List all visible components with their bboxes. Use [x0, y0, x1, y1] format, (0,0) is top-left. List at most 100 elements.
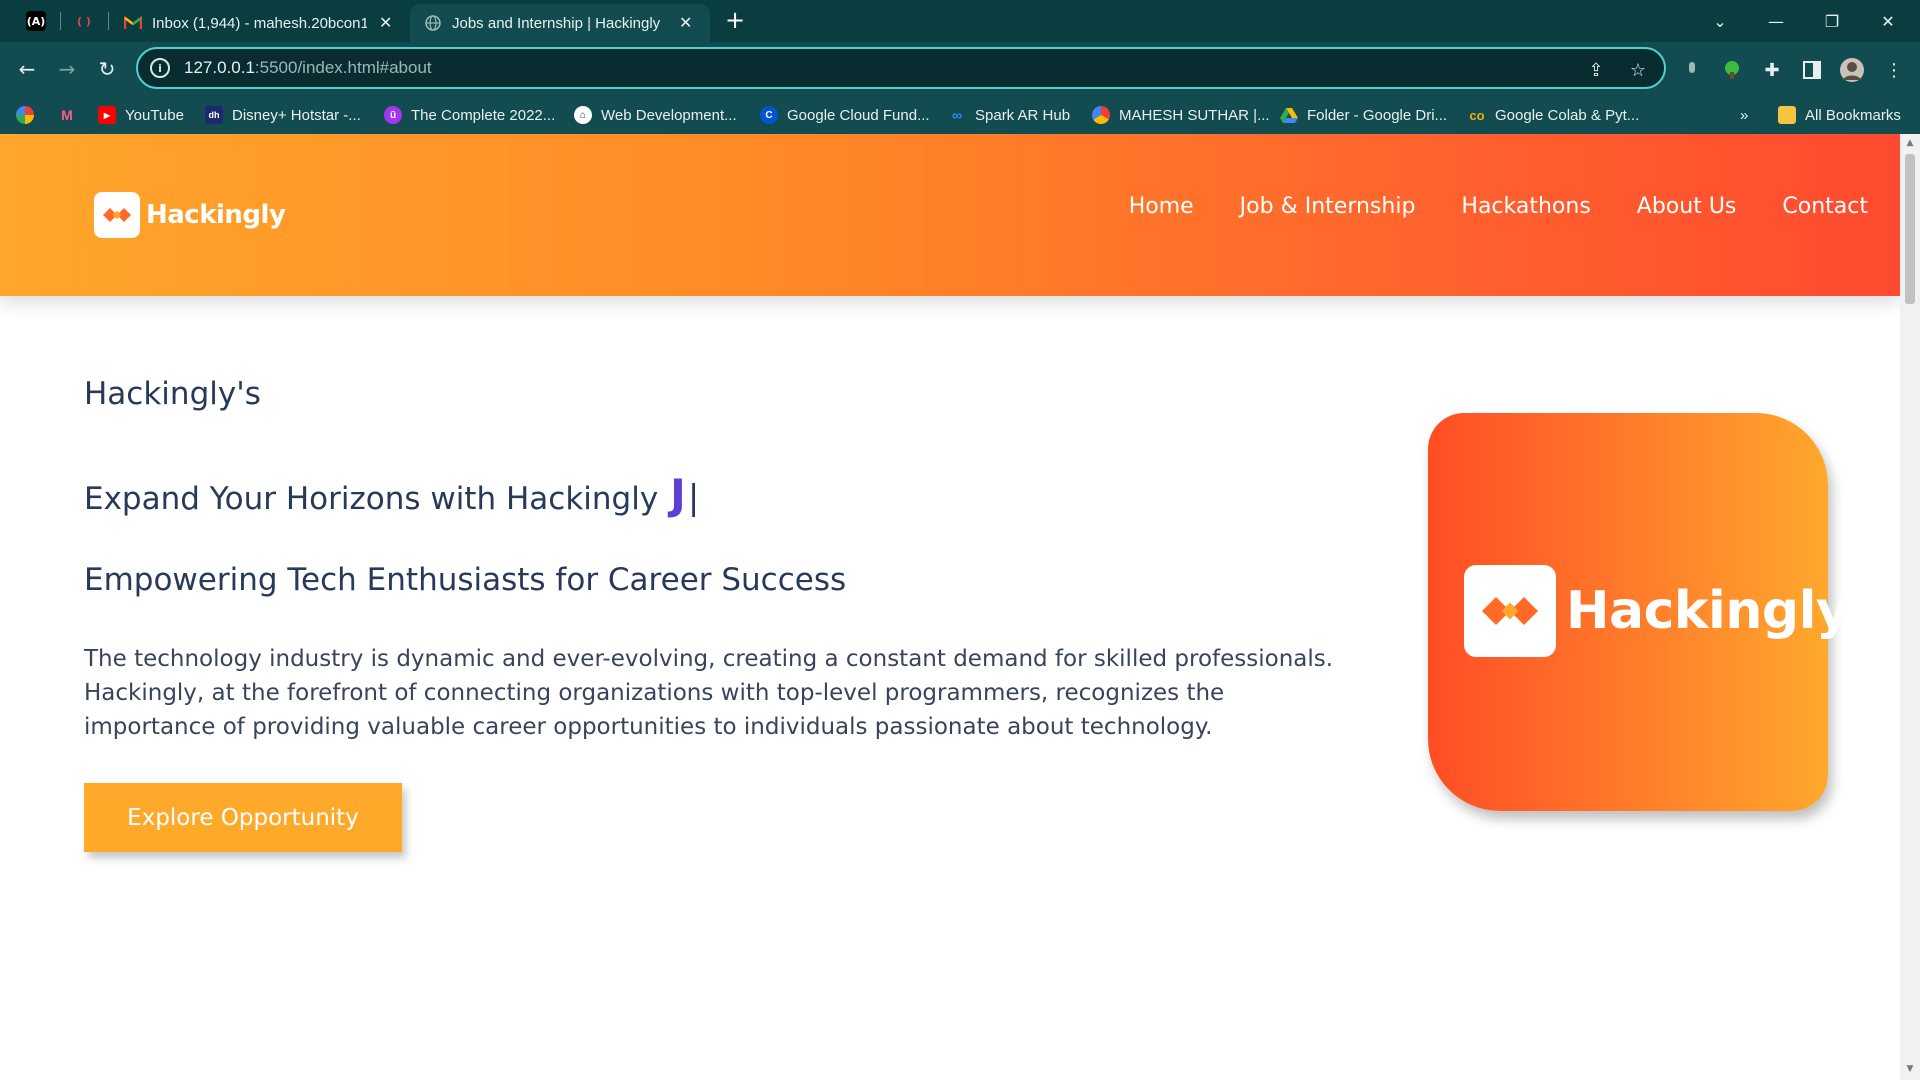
url-path: :5500/index.html#about — [254, 58, 432, 77]
bookmarks-bar: M ▶ YouTube dh Disney+ Hotstar -... ū Th… — [0, 96, 1920, 134]
url-text[interactable]: 127.0.0.1:5500/index.html#about — [184, 58, 432, 78]
reload-button[interactable]: ↻ — [92, 54, 122, 84]
extensions-puzzle-icon[interactable]: ✚ — [1758, 56, 1786, 84]
bookmark-colab[interactable]: co Google Colab & Pyt... — [1468, 103, 1639, 127]
page-scrollbar[interactable]: ▲ ▼ — [1900, 134, 1920, 1080]
back-arrow-icon: ← — [18, 57, 36, 81]
colab-icon: co — [1469, 107, 1485, 123]
share-icon[interactable]: ⇪ — [1584, 58, 1608, 82]
meta-icon: ∞ — [952, 107, 962, 123]
brackets-icon: ( ) — [77, 14, 91, 28]
bookmark-youtube[interactable]: ▶ YouTube — [98, 103, 184, 127]
close-window-button[interactable]: ✕ — [1868, 6, 1908, 36]
bookmark-label: Disney+ Hotstar -... — [232, 106, 361, 124]
minimize-button[interactable]: — — [1756, 6, 1796, 36]
bookmark-hotstar[interactable]: dh Disney+ Hotstar -... — [205, 103, 361, 127]
close-tab-icon[interactable]: ✕ — [679, 13, 692, 33]
nav-job-internship[interactable]: Job & Internship — [1240, 194, 1416, 219]
typed-text: J — [670, 470, 686, 519]
bookmark-item[interactable] — [16, 103, 43, 127]
logo-mark-icon — [94, 192, 140, 238]
extension-mic-icon[interactable] — [1678, 56, 1706, 84]
close-tab-icon[interactable]: ✕ — [379, 13, 392, 33]
tab-separator — [60, 12, 61, 30]
site-header: Hackingly Home Job & Internship Hackatho… — [0, 134, 1900, 296]
forward-button[interactable]: → — [52, 54, 82, 84]
card-logo: Hackingly — [1464, 565, 1850, 657]
bookmark-label: Spark AR Hub — [975, 106, 1071, 124]
typing-cursor: | — [687, 478, 700, 518]
pinwheel-icon — [16, 106, 34, 124]
logo-mark-icon — [1464, 565, 1556, 657]
side-panel-icon[interactable] — [1798, 56, 1826, 84]
drive-icon — [1280, 106, 1298, 124]
tab-hackingly-jobs[interactable]: Jobs and Internship | Hackingly ✕ — [410, 4, 710, 42]
m-icon: M — [61, 107, 73, 123]
page-viewport: Hackingly Home Job & Internship Hackatho… — [0, 134, 1900, 1080]
logo-text: Hackingly — [146, 200, 286, 230]
a11y-extension-icon: (A) — [26, 11, 46, 31]
new-tab-button[interactable]: + — [722, 8, 748, 34]
main-nav: Home Job & Internship Hackathons About U… — [1083, 194, 1868, 219]
hero-kicker: Hackingly's — [84, 376, 261, 412]
udemy-icon: ū — [384, 106, 402, 124]
all-bookmarks-button[interactable]: All Bookmarks — [1778, 103, 1901, 127]
browser-tab-strip: (A) ( ) Inbox (1,944) - mahesh.20bcon1 ✕… — [0, 0, 1920, 42]
extension-tree-icon[interactable] — [1718, 56, 1746, 84]
globe-icon — [424, 14, 442, 32]
bookmark-google-cloud[interactable]: C Google Cloud Fund... — [760, 103, 930, 127]
bookmark-webdev[interactable]: ⌂ Web Development... — [574, 103, 737, 127]
bookmark-label: MAHESH SUTHAR |... — [1119, 106, 1270, 124]
browser-menu-icon[interactable]: ⋮ — [1880, 56, 1908, 84]
tab-gmail-inbox[interactable]: Inbox (1,944) - mahesh.20bcon1 ✕ — [110, 4, 410, 42]
bookmark-udemy[interactable]: ū The Complete 2022... — [384, 103, 555, 127]
back-button[interactable]: ← — [12, 54, 42, 84]
bookmark-label: Web Development... — [601, 106, 737, 124]
nav-hackathons[interactable]: Hackathons — [1461, 194, 1590, 219]
hero-description: The technology industry is dynamic and e… — [84, 646, 1334, 740]
youtube-icon: ▶ — [98, 106, 116, 124]
coursera-icon: C — [760, 106, 778, 124]
site-info-icon[interactable]: i — [150, 58, 170, 78]
hero-title-text: Expand Your Horizons with Hackingly — [84, 481, 659, 517]
hero-logo-card: Hackingly — [1428, 413, 1850, 811]
bookmark-label: YouTube — [125, 106, 184, 124]
scroll-up-icon[interactable]: ▲ — [1905, 138, 1915, 148]
url-host: 127.0.0.1 — [184, 58, 255, 77]
bookmark-label: Folder - Google Dri... — [1307, 106, 1448, 124]
hotstar-icon: dh — [205, 106, 223, 124]
hero-subtitle: Empowering Tech Enthusiasts for Career S… — [84, 562, 847, 598]
folder-icon — [1778, 106, 1796, 124]
bookmark-label: Google Colab & Pyt... — [1495, 106, 1640, 124]
bookmark-item[interactable]: M — [58, 103, 85, 127]
address-bar[interactable]: i 127.0.0.1:5500/index.html#about ⇪ ☆ — [136, 47, 1666, 89]
nav-about-us[interactable]: About Us — [1637, 194, 1737, 219]
scrollbar-thumb[interactable] — [1905, 154, 1915, 304]
hero-title: Expand Your Horizons with Hackingly J | — [84, 470, 699, 519]
bookmarks-overflow-button[interactable]: » — [1740, 103, 1748, 127]
scroll-down-icon[interactable]: ▼ — [1905, 1064, 1915, 1074]
bookmark-mahesh[interactable]: MAHESH SUTHAR |... — [1092, 103, 1270, 127]
forward-arrow-icon: → — [58, 57, 76, 81]
bookmark-label: Google Cloud Fund... — [787, 106, 930, 124]
nav-contact[interactable]: Contact — [1782, 194, 1868, 219]
explore-opportunity-button[interactable]: Explore Opportunity — [84, 783, 402, 852]
profile-avatar[interactable] — [1838, 56, 1866, 84]
bookmark-star-icon[interactable]: ☆ — [1626, 58, 1650, 82]
browser-toolbar: ← → ↻ i 127.0.0.1:5500/index.html#about … — [0, 42, 1920, 96]
card-logo-text: Hackingly — [1566, 581, 1850, 641]
bookmark-drive-folder[interactable]: Folder - Google Dri... — [1280, 103, 1447, 127]
bookmark-label: The Complete 2022... — [411, 106, 556, 124]
webdev-icon: ⌂ — [574, 106, 592, 124]
pinned-tab-1[interactable]: (A) — [22, 8, 50, 34]
gmail-icon — [124, 14, 142, 32]
restore-button[interactable]: ❐ — [1812, 6, 1852, 36]
nav-home[interactable]: Home — [1129, 194, 1194, 219]
pinned-tab-2[interactable]: ( ) — [70, 8, 98, 34]
all-bookmarks-label: All Bookmarks — [1805, 106, 1901, 124]
tab-separator — [108, 12, 109, 30]
tab-search-button[interactable]: ⌄ — [1700, 6, 1740, 36]
tab-title: Jobs and Internship | Hackingly — [452, 14, 661, 32]
site-logo[interactable]: Hackingly — [94, 192, 286, 238]
bookmark-spark-ar[interactable]: ∞ Spark AR Hub — [948, 103, 1070, 127]
